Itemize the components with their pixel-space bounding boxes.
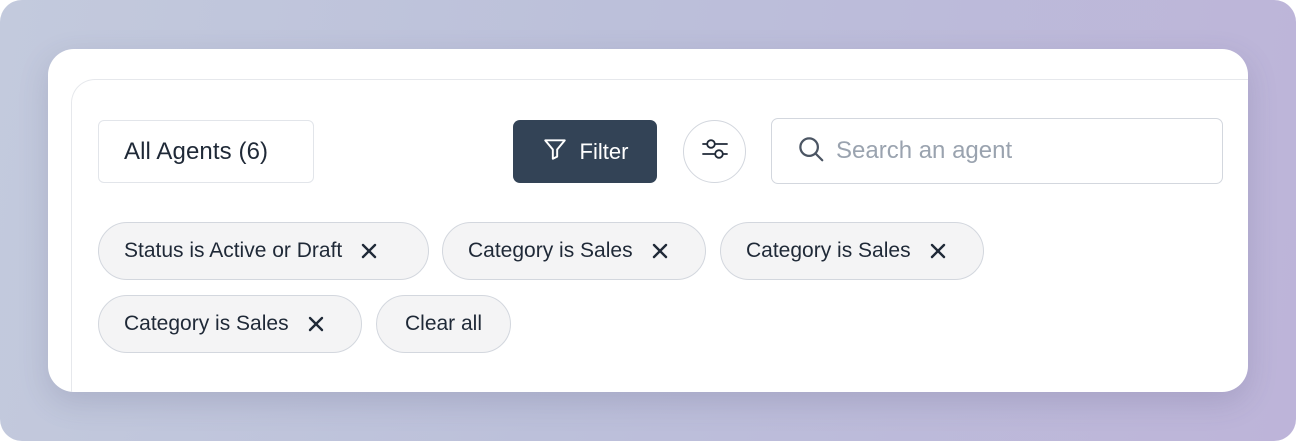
filter-chip-category: Category is Sales [720,222,984,280]
remove-filter-close-icon[interactable] [360,242,378,260]
all-agents-label: All Agents (6) [98,120,314,183]
remove-filter-close-icon[interactable] [651,242,669,260]
filter-chip-category: Category is Sales [442,222,706,280]
filter-settings-button[interactable] [683,120,746,183]
clear-all-button[interactable]: Clear all [376,295,511,353]
filter-chip-label: Status is Active or Draft [124,239,343,262]
funnel-icon [542,136,568,168]
remove-filter-close-icon[interactable] [307,315,325,333]
filter-chip-status: Status is Active or Draft [98,222,429,280]
remove-filter-close-icon[interactable] [929,242,947,260]
backdrop [0,0,1296,441]
filter-chip-label: Category is Sales [468,239,633,262]
search-icon [796,134,826,169]
search-input[interactable] [836,137,1196,165]
search-box [771,118,1223,184]
filter-button-label: Filter [579,138,629,164]
clear-all-label: Clear all [404,312,483,335]
all-agents-text: All Agents (6) [124,137,269,165]
sliders-icon [700,134,730,169]
filter-chip-category: Category is Sales [98,295,362,353]
filter-chip-label: Category is Sales [124,312,289,335]
filter-chip-label: Category is Sales [746,239,911,262]
filter-button[interactable]: Filter [513,120,657,183]
